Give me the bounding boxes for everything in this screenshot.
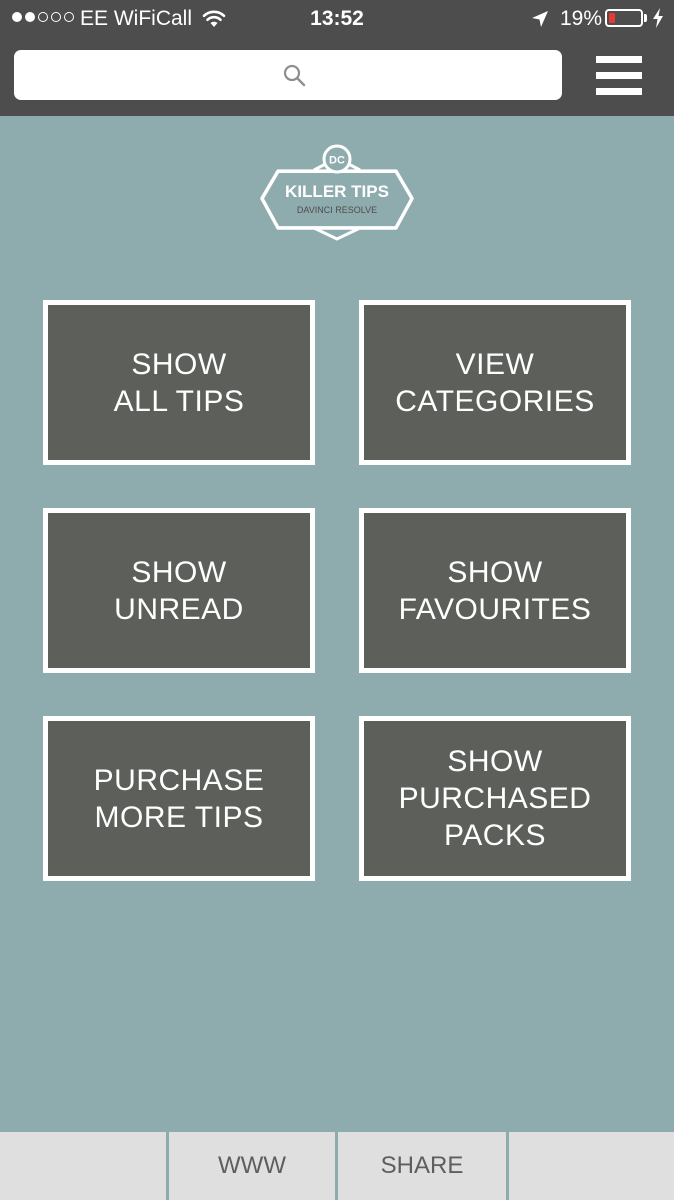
- tab-blank-right[interactable]: [509, 1132, 674, 1200]
- battery-icon: [605, 9, 643, 27]
- view-categories-button[interactable]: VIEW CATEGORIES: [359, 300, 631, 465]
- killer-tips-logo: DC KILLER TIPS DAVINCI RESOLVE: [260, 144, 414, 241]
- logo-badge-text: DC: [329, 155, 345, 167]
- show-unread-button[interactable]: SHOW UNREAD: [43, 508, 315, 673]
- show-all-tips-button[interactable]: SHOW ALL TIPS: [43, 300, 315, 465]
- battery-terminal: [644, 14, 647, 22]
- show-purchased-packs-button[interactable]: SHOW PURCHASED PACKS: [359, 716, 631, 881]
- battery-percent: 19%: [560, 7, 603, 30]
- tab-share[interactable]: SHARE: [338, 1132, 506, 1200]
- tab-www[interactable]: WWW: [169, 1132, 335, 1200]
- tab-blank-left[interactable]: [0, 1132, 166, 1200]
- tile-label-line: MORE TIPS: [94, 800, 264, 834]
- status-bar: EE WiFiCall 13:52 19%: [0, 0, 674, 38]
- search-input[interactable]: [14, 50, 566, 102]
- location-arrow-icon: [532, 11, 548, 27]
- logo-title: KILLER TIPS: [285, 182, 389, 201]
- tile-label-line: PURCHASE: [93, 763, 265, 797]
- tile-label-line: ALL TIPS: [113, 384, 245, 418]
- tile-label-line: SHOW: [447, 745, 543, 778]
- search-box[interactable]: [14, 50, 566, 102]
- tile-label-line: CATEGORIES: [395, 384, 595, 418]
- logo-subtitle: DAVINCI RESOLVE: [297, 205, 377, 215]
- bottom-tab-bar: WWW SHARE: [0, 1132, 674, 1200]
- tile-label-line: SHOW: [131, 347, 227, 381]
- purchase-more-tips-button[interactable]: PURCHASE MORE TIPS: [43, 716, 315, 881]
- tile-label-line: SHOW: [447, 555, 543, 589]
- battery-level-fill: [609, 13, 615, 23]
- hamburger-menu-icon[interactable]: [592, 52, 646, 98]
- top-bar: EE WiFiCall 13:52 19%: [0, 0, 674, 116]
- tile-label-line: UNREAD: [114, 592, 244, 626]
- show-favourites-button[interactable]: SHOW FAVOURITES: [359, 508, 631, 673]
- tile-label-line: FAVOURITES: [398, 592, 592, 626]
- tile-label-line: VIEW: [455, 347, 535, 381]
- tile-label-line: PACKS: [444, 819, 546, 852]
- charging-bolt-icon: [653, 8, 663, 28]
- tile-label-line: SHOW: [131, 555, 227, 589]
- tile-label-line: PURCHASED: [398, 782, 592, 815]
